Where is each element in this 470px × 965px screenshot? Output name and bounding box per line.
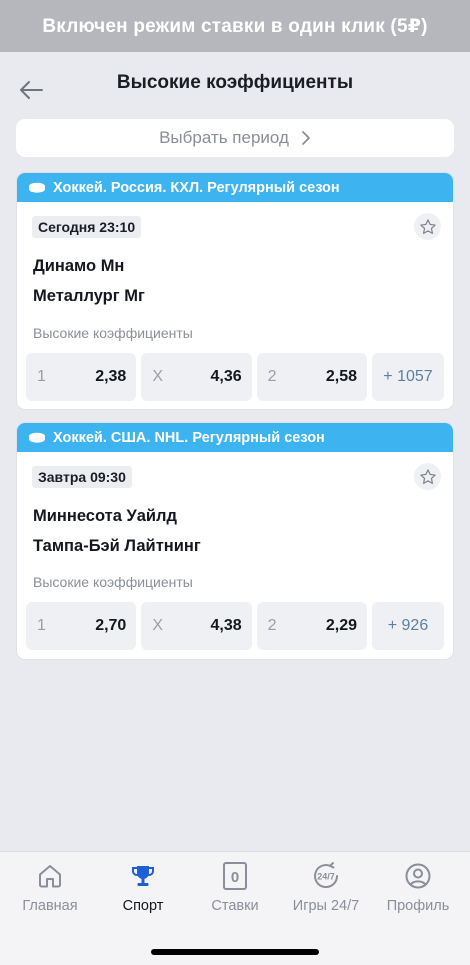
odd-value: 4,36 (210, 368, 242, 385)
event-time: Завтра 09:30 (32, 466, 132, 488)
star-icon (419, 218, 436, 234)
banner-text: Включен режим ставки в один клик (5₽) (42, 15, 428, 37)
team-away: Металлург Мг (33, 287, 145, 305)
games-24-7-icon: 24/7 (314, 862, 339, 888)
odd-button-1[interactable]: 1 2,70 (26, 602, 137, 650)
odd-value: 2,29 (325, 617, 357, 634)
event-card[interactable]: Хоккей. Россия. КХЛ. Регулярный сезон Се… (16, 172, 454, 410)
one-click-bet-banner: Включен режим ставки в один клик (5₽) (0, 0, 470, 52)
odd-label: 1 (37, 368, 46, 385)
odd-value: 2,38 (95, 368, 127, 385)
league-name: Хоккей. США. NHL. Регулярный сезон (53, 429, 325, 446)
select-period-button[interactable]: Выбрать период (16, 119, 454, 157)
team-away: Тампа-Бэй Лайтнинг (33, 537, 201, 555)
arrow-left-icon (20, 81, 43, 99)
svg-text:0: 0 (231, 869, 239, 886)
event-time: Сегодня 23:10 (32, 216, 142, 238)
league-header[interactable]: Хоккей. Россия. КХЛ. Регулярный сезон (17, 173, 453, 202)
odd-label: 2 (267, 617, 277, 634)
tab-bets[interactable]: 0 Ставки (188, 860, 282, 920)
odd-button-2[interactable]: 2 2,29 (256, 602, 367, 650)
odd-value: 4,38 (210, 617, 242, 634)
home-icon (39, 865, 61, 888)
tab-profile[interactable]: Профиль (371, 860, 465, 920)
team-home: Миннесота Уайлд (33, 507, 178, 525)
back-button[interactable] (14, 74, 48, 106)
profile-icon (405, 863, 431, 889)
odd-label: 1 (37, 617, 46, 634)
star-icon (419, 468, 436, 484)
tab-label: Главная (22, 898, 78, 914)
event-card[interactable]: Хоккей. США. NHL. Регулярный сезон Завтр… (16, 422, 454, 660)
league-name: Хоккей. Россия. КХЛ. Регулярный сезон (53, 179, 340, 196)
tab-label: Ставки (211, 898, 259, 914)
home-indicator (151, 949, 319, 955)
chevron-right-icon (302, 131, 310, 145)
hockey-puck-icon (28, 182, 46, 194)
team-home: Динамо Мн (33, 257, 125, 275)
more-markets-button[interactable]: + 1057 (371, 353, 444, 401)
odd-button-1[interactable]: 1 2,38 (26, 353, 137, 401)
odd-value: 2,70 (95, 617, 127, 634)
select-period-label: Выбрать период (159, 128, 289, 147)
odd-button-2[interactable]: 2 2,58 (256, 353, 367, 401)
trophy-icon (131, 866, 155, 886)
more-markets-button[interactable]: + 926 (371, 602, 444, 650)
odds-title: Высокие коэффициенты (33, 574, 193, 590)
bet-slip-icon: 0 (223, 862, 247, 890)
odds-title: Высокие коэффициенты (33, 325, 193, 341)
favorite-button[interactable] (414, 213, 441, 240)
tab-label: Профиль (386, 898, 450, 914)
tab-label: Спорт (122, 898, 164, 914)
odd-label: X (152, 368, 163, 385)
hockey-puck-icon (28, 432, 46, 444)
odds-row: 1 2,70 X 4,38 2 2,29 + 926 (26, 602, 444, 650)
odd-value: 2,58 (325, 368, 357, 385)
tab-sport[interactable]: Спорт (96, 860, 190, 920)
svg-text:24/7: 24/7 (317, 872, 335, 882)
tab-label: Игры 24/7 (292, 898, 360, 914)
favorite-button[interactable] (414, 463, 441, 490)
odd-label: 2 (267, 368, 277, 385)
tab-home[interactable]: Главная (3, 860, 97, 920)
bottom-tab-bar: Главная Спорт 0 Ставки 24/7 Игры 24/7 Пр… (0, 851, 470, 965)
league-header[interactable]: Хоккей. США. NHL. Регулярный сезон (17, 423, 453, 452)
page-title: Высокие коэффициенты (116, 72, 354, 93)
odd-button-x[interactable]: X 4,36 (141, 353, 252, 401)
odd-label: X (152, 617, 163, 634)
tab-games-24-7[interactable]: 24/7 Игры 24/7 (279, 860, 373, 920)
odds-row: 1 2,38 X 4,36 2 2,58 + 1057 (26, 353, 444, 401)
page-header: Высокие коэффициенты (0, 52, 470, 114)
odd-button-x[interactable]: X 4,38 (141, 602, 252, 650)
